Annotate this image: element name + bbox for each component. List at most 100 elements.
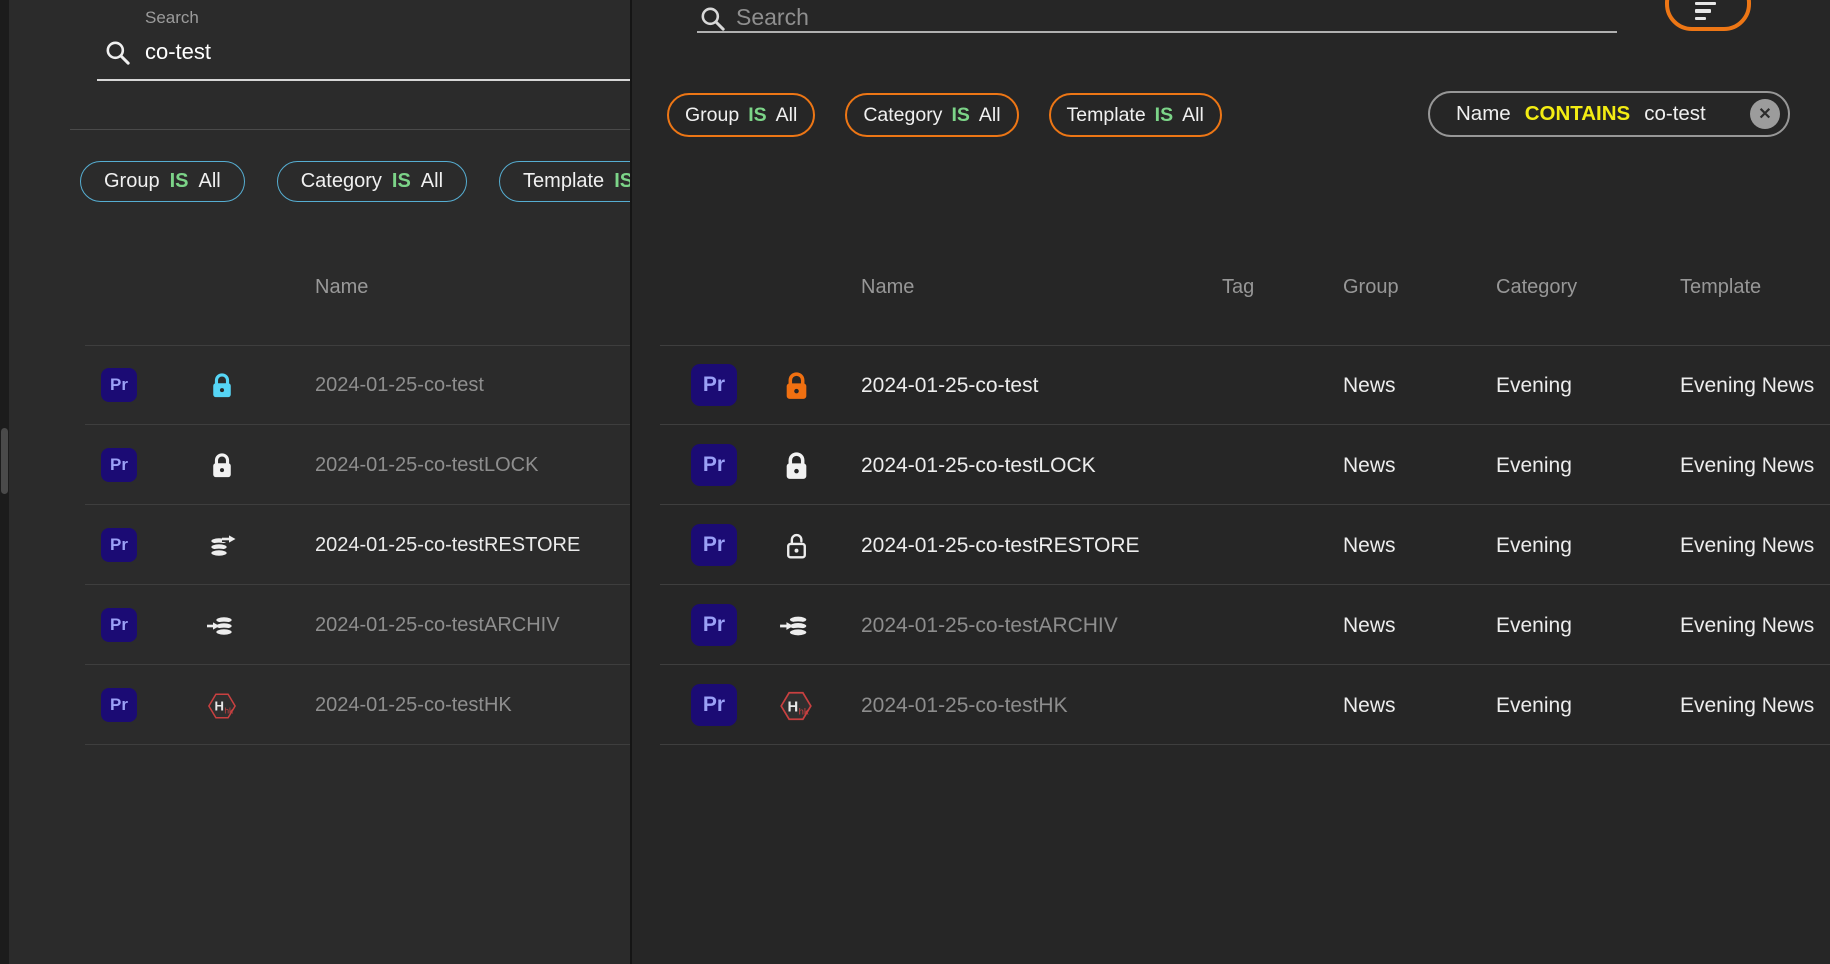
- section-divider: [70, 129, 630, 130]
- sort-lines-icon: [1695, 2, 1716, 21]
- filter-pill-group[interactable]: Group IS All: [80, 161, 245, 202]
- premiere-project-icon: Pr: [101, 448, 137, 482]
- filter-operator: IS: [951, 104, 969, 127]
- filter-value: All: [421, 170, 443, 193]
- filter-pill-template[interactable]: Template IS All: [499, 161, 630, 202]
- search-results-panel: Group IS All Category IS All Template IS…: [632, 0, 1830, 964]
- row-divider: [660, 664, 1830, 665]
- pr-badge-label: Pr: [703, 693, 725, 717]
- column-header-group[interactable]: Group: [1343, 276, 1399, 299]
- row-name: 2024-01-25-co-testLOCK: [861, 426, 1096, 505]
- pr-badge-label: Pr: [703, 533, 725, 557]
- table-row[interactable]: Pr H hk 2024-01-25-co-testHK: [9, 666, 630, 745]
- row-name: 2024-01-25-co-testHK: [861, 666, 1068, 745]
- row-name: 2024-01-25-co-test: [861, 346, 1038, 425]
- sort-button[interactable]: [1665, 0, 1751, 31]
- remove-filter-button[interactable]: ✕: [1750, 99, 1780, 129]
- row-divider: [660, 424, 1830, 425]
- row-category: Evening: [1496, 666, 1572, 745]
- table-row[interactable]: Pr H hk 2024-01-25-co-testHK News Evenin…: [632, 666, 1830, 745]
- close-icon: ✕: [1758, 104, 1771, 124]
- row-template: Evening News: [1680, 506, 1814, 585]
- premiere-project-icon: Pr: [691, 604, 737, 646]
- premiere-project-icon: Pr: [101, 608, 137, 642]
- svg-text:H: H: [215, 699, 224, 714]
- pr-badge-label: Pr: [110, 695, 128, 715]
- column-header-category[interactable]: Category: [1496, 276, 1577, 299]
- database-restore-icon: [205, 530, 239, 562]
- table-row[interactable]: Pr 2024-01-25-co-testARCHIV News Evening…: [632, 586, 1830, 665]
- table-row[interactable]: Pr 2024-01-25-co-test News Evening Eveni…: [632, 346, 1830, 425]
- table-row[interactable]: Pr 2024-01-25-co-testLOCK: [9, 426, 630, 505]
- row-divider: [660, 744, 1830, 745]
- lock-closed-orange-icon: [778, 368, 814, 404]
- premiere-project-icon: Pr: [691, 524, 737, 566]
- filter-pill-group[interactable]: Group IS All: [667, 93, 815, 137]
- pr-badge-label: Pr: [703, 373, 725, 397]
- filter-field: Group: [104, 170, 160, 193]
- filter-pill-template[interactable]: Template IS All: [1049, 93, 1222, 137]
- search-underline: [697, 31, 1617, 33]
- row-name: 2024-01-25-co-testLOCK: [315, 426, 538, 505]
- filter-operator: IS: [1155, 104, 1173, 127]
- row-divider: [660, 504, 1830, 505]
- filter-value: co-test: [1644, 102, 1706, 126]
- filter-pill-name-contains[interactable]: Name CONTAINS co-test ✕: [1428, 91, 1790, 137]
- filter-field: Group: [685, 104, 739, 127]
- svg-text:hk: hk: [799, 706, 809, 717]
- row-divider: [85, 744, 630, 745]
- filter-operator: IS: [170, 170, 189, 193]
- table-row[interactable]: Pr 2024-01-25-co-testRESTORE News Evenin…: [632, 506, 1830, 585]
- filter-field: Template: [1067, 104, 1146, 127]
- filter-pill-category[interactable]: Category IS All: [277, 161, 467, 202]
- row-name: 2024-01-25-co-testRESTORE: [861, 506, 1140, 585]
- table-row[interactable]: Pr 2024-01-25-co-testRESTORE: [9, 506, 630, 585]
- column-header-name[interactable]: Name: [315, 276, 368, 299]
- premiere-project-icon: Pr: [101, 688, 137, 722]
- pr-badge-label: Pr: [110, 455, 128, 475]
- search-icon: [698, 4, 728, 34]
- row-divider: [85, 584, 630, 585]
- column-header-template[interactable]: Template: [1680, 276, 1761, 299]
- database-archive-icon: [205, 610, 239, 642]
- row-category: Evening: [1496, 346, 1572, 425]
- filter-pill-row: Group IS All Category IS All Template IS…: [80, 161, 630, 202]
- premiere-project-icon: Pr: [691, 364, 737, 406]
- row-divider: [85, 504, 630, 505]
- table-row[interactable]: Pr 2024-01-25-co-testARCHIV: [9, 586, 630, 665]
- row-name: 2024-01-25-co-testHK: [315, 666, 512, 745]
- column-header-name[interactable]: Name: [861, 276, 914, 299]
- premiere-project-icon: Pr: [101, 368, 137, 402]
- filter-pill-row: Group IS All Category IS All Template IS…: [667, 93, 1222, 137]
- lock-closed-icon: [205, 450, 239, 482]
- filter-field: Name: [1456, 102, 1511, 126]
- column-header-tag[interactable]: Tag: [1222, 276, 1254, 299]
- row-template: Evening News: [1680, 346, 1814, 425]
- filter-operator: IS: [748, 104, 766, 127]
- left-scrollbar-handle[interactable]: [1, 428, 8, 494]
- svg-text:hk: hk: [224, 706, 234, 716]
- lock-closed-cyan-icon: [205, 370, 239, 402]
- filter-pill-category[interactable]: Category IS All: [845, 93, 1018, 137]
- premiere-project-icon: Pr: [691, 684, 737, 726]
- row-divider: [660, 584, 1830, 585]
- table-row[interactable]: Pr 2024-01-25-co-testLOCK News Evening E…: [632, 426, 1830, 505]
- left-scrollbar-track: [0, 0, 9, 964]
- row-divider: [85, 664, 630, 665]
- row-category: Evening: [1496, 426, 1572, 505]
- row-group: News: [1343, 426, 1396, 505]
- pr-badge-label: Pr: [703, 453, 725, 477]
- database-archive-icon: [778, 608, 814, 644]
- pr-badge-label: Pr: [110, 615, 128, 635]
- lock-closed-icon: [778, 448, 814, 484]
- table-row[interactable]: Pr 2024-01-25-co-test: [9, 346, 630, 425]
- hk-hexagon-icon: H hk: [205, 690, 239, 722]
- search-input[interactable]: [143, 34, 487, 70]
- filter-value: All: [199, 170, 221, 193]
- filter-operator: IS: [614, 170, 630, 193]
- row-group: News: [1343, 346, 1396, 425]
- row-template: Evening News: [1680, 426, 1814, 505]
- filter-field: Category: [301, 170, 382, 193]
- premiere-project-icon: Pr: [691, 444, 737, 486]
- row-template: Evening News: [1680, 586, 1814, 665]
